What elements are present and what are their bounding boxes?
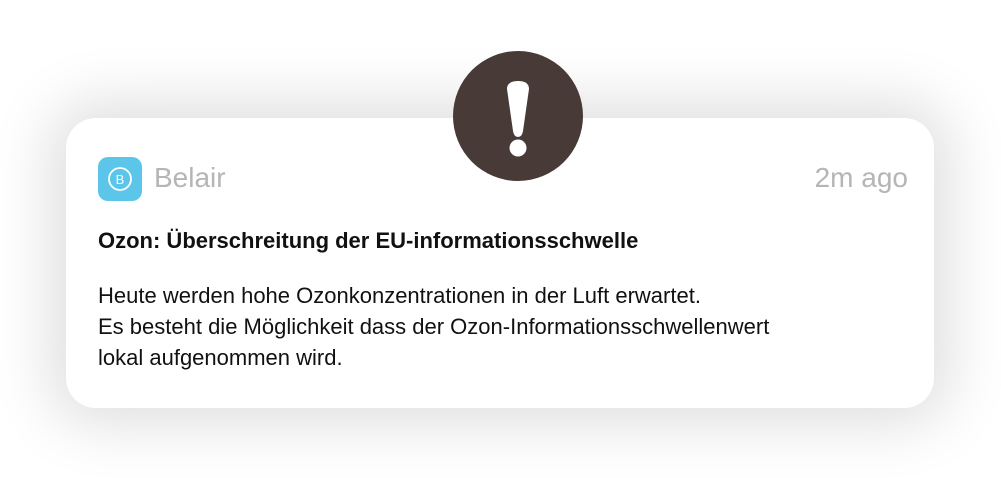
- app-icon-letter: B: [116, 172, 125, 187]
- exclamation-icon: [453, 51, 583, 181]
- body-line: lokal aufgenommen wird.: [98, 345, 343, 370]
- exclamation-glyph: [507, 81, 529, 157]
- body-line: Heute werden hohe Ozonkonzentrationen in…: [98, 283, 701, 308]
- belair-logo-icon: B: [98, 157, 142, 201]
- notification-body: Heute werden hohe Ozonkonzentrationen in…: [98, 280, 918, 373]
- notification-title: Ozon: Überschreitung der EU-informations…: [98, 228, 639, 253]
- timestamp: 2m ago: [814, 162, 908, 193]
- app-name: Belair: [154, 162, 226, 193]
- notification-stage: B Belair 2m ago Ozon: Überschreitung der…: [0, 0, 1001, 478]
- body-line: Es besteht die Möglichkeit dass der Ozon…: [98, 314, 770, 339]
